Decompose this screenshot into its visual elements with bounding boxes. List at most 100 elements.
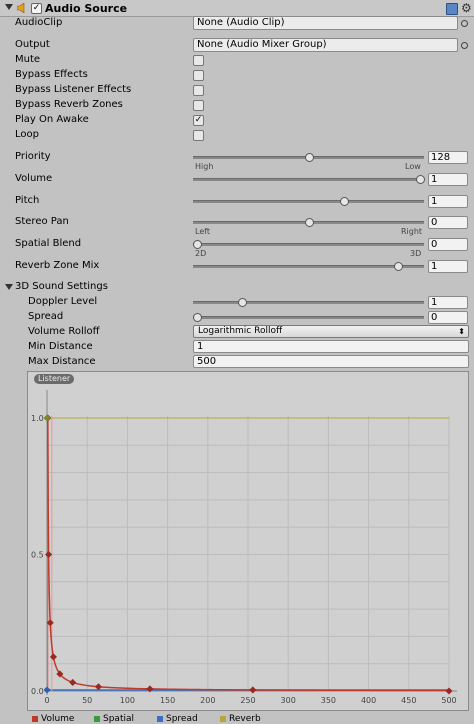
- reverb-legend-swatch[interactable]: [220, 716, 226, 722]
- volume-curve-key: [45, 550, 53, 559]
- 3d-sound-settings-header[interactable]: 3D Sound Settings: [15, 281, 108, 292]
- volume-legend-swatch[interactable]: [32, 716, 38, 722]
- pitch-slider-track[interactable]: [193, 200, 424, 203]
- listener-tag: Listener: [34, 374, 75, 384]
- volume-rolloff-label: Volume Rolloff: [28, 326, 100, 337]
- stereo-pan-label: Stereo Pan: [15, 216, 69, 227]
- speaker-icon: [17, 3, 25, 13]
- x-tick-label: 50: [82, 696, 92, 705]
- spatial-blend-2d-hint: 2D: [195, 249, 207, 258]
- stereo-pan-left-hint: Left: [195, 227, 211, 236]
- mute-label: Mute: [15, 54, 41, 65]
- volume-curve-key: [445, 687, 453, 695]
- priority-low-hint: Low: [405, 162, 421, 171]
- stereo-pan-value-field[interactable]: 0: [428, 216, 468, 229]
- component-title: Audio Source: [45, 2, 128, 15]
- min-distance-field[interactable]: 1: [193, 340, 469, 353]
- max-distance-label: Max Distance: [28, 356, 96, 367]
- spread-slider-thumb[interactable]: [193, 313, 202, 322]
- x-tick-label: 450: [401, 696, 416, 705]
- spatial-blend-slider-track[interactable]: [193, 243, 424, 246]
- reverb-zone-mix-slider-track[interactable]: [193, 265, 424, 268]
- bypass-effects-label: Bypass Effects: [15, 69, 88, 80]
- spread-legend-label[interactable]: Spread: [166, 714, 198, 724]
- bypass-listener-effects-label: Bypass Listener Effects: [15, 84, 132, 95]
- bypass-reverb-zones-checkbox[interactable]: [193, 100, 204, 111]
- volume-slider-thumb[interactable]: [416, 175, 425, 184]
- bypass-effects-checkbox[interactable]: [193, 70, 204, 81]
- reverb-zone-mix-slider-thumb[interactable]: [393, 262, 403, 271]
- output-label: Output: [15, 39, 50, 50]
- x-tick-label: 500: [441, 696, 456, 705]
- stereo-pan-slider-thumb[interactable]: [304, 218, 314, 227]
- spatial-blend-3d-hint: 3D: [410, 249, 422, 258]
- x-tick-label: 250: [240, 696, 255, 705]
- gear-icon[interactable]: ⚙: [461, 1, 472, 15]
- min-distance-label: Min Distance: [28, 341, 93, 352]
- 3d-settings-foldout-icon[interactable]: [5, 284, 13, 290]
- audio-clip-field[interactable]: None (Audio Clip): [193, 16, 458, 30]
- reverb-curve-key: [43, 414, 51, 422]
- curve-canvas[interactable]: 1.0 0.5 0.00 50 100 150 200 250 300 350 400 450 500: [28, 372, 468, 710]
- bypass-reverb-zones-label: Bypass Reverb Zones: [15, 99, 123, 110]
- volume-curve-key: [49, 653, 57, 661]
- volume-value-field[interactable]: 1: [428, 173, 468, 186]
- spatial-blend-value-field[interactable]: 0: [428, 238, 468, 251]
- x-tick-label: 0: [44, 696, 49, 705]
- y-tick-label: 0.5: [31, 551, 44, 560]
- x-tick-label: 300: [281, 696, 296, 705]
- object-picker-icon[interactable]: [461, 20, 468, 27]
- dropdown-arrow-icon: ⬍: [458, 327, 465, 336]
- mute-checkbox[interactable]: [193, 55, 204, 66]
- spatial-blend-label: Spatial Blend: [15, 238, 82, 249]
- loop-label: Loop: [15, 129, 39, 140]
- volume-slider-track[interactable]: [193, 178, 424, 181]
- volume-legend-label[interactable]: Volume: [41, 714, 74, 724]
- doppler-level-label: Doppler Level: [28, 296, 98, 307]
- pitch-value-field[interactable]: 1: [428, 195, 468, 208]
- object-picker-icon[interactable]: [461, 42, 468, 49]
- priority-slider-thumb[interactable]: [304, 153, 314, 162]
- reverb-zone-mix-value-field[interactable]: 1: [428, 260, 468, 273]
- loop-checkbox[interactable]: [193, 130, 204, 141]
- priority-high-hint: High: [195, 162, 214, 171]
- y-tick-label: 1.0: [31, 414, 44, 423]
- doppler-slider-thumb[interactable]: [237, 298, 247, 307]
- enabled-checkbox[interactable]: ✓: [31, 3, 42, 14]
- x-tick-label: 350: [321, 696, 336, 705]
- spatial-legend-label[interactable]: Spatial: [103, 714, 134, 724]
- output-field[interactable]: None (Audio Mixer Group): [193, 38, 458, 52]
- spread-label: Spread: [28, 311, 64, 322]
- play-on-awake-label: Play On Awake: [15, 114, 89, 125]
- foldout-arrow-icon[interactable]: [5, 4, 13, 10]
- spread-legend-swatch[interactable]: [157, 716, 163, 722]
- volume-curve-key: [249, 686, 257, 694]
- rolloff-curve-graph[interactable]: 1.0 0.5 0.0 0 50 100 150 200 250 300 350 400 450 500: [27, 371, 469, 711]
- spatial-legend-swatch[interactable]: [94, 716, 100, 722]
- doppler-value-field[interactable]: 1: [428, 296, 468, 309]
- x-tick-label: 400: [361, 696, 376, 705]
- audio-clip-label: AudioClip: [15, 17, 63, 28]
- y-tick-label: 0.0: [31, 687, 44, 696]
- x-tick-label: 200: [200, 696, 215, 705]
- x-tick-label: 150: [160, 696, 175, 705]
- play-on-awake-checkbox[interactable]: ✓: [193, 115, 204, 126]
- help-book-icon[interactable]: [446, 3, 458, 15]
- volume-curve-key: [94, 683, 102, 691]
- volume-rolloff-value: Logarithmic Rolloff: [198, 326, 283, 336]
- pitch-label: Pitch: [15, 195, 40, 206]
- volume-rolloff-dropdown[interactable]: Logarithmic Rolloff ⬍: [193, 325, 469, 338]
- bypass-listener-effects-checkbox[interactable]: [193, 85, 204, 96]
- volume-label: Volume: [15, 173, 53, 184]
- spread-curve-key: [43, 686, 51, 694]
- spatial-blend-slider-thumb[interactable]: [193, 240, 202, 249]
- priority-label: Priority: [15, 151, 51, 162]
- reverb-legend-label[interactable]: Reverb: [229, 714, 261, 724]
- spread-value-field[interactable]: 0: [428, 311, 468, 324]
- priority-value-field[interactable]: 128: [428, 151, 468, 164]
- doppler-slider-track[interactable]: [193, 301, 424, 304]
- max-distance-field[interactable]: 500: [193, 355, 469, 368]
- component-header: ✓ Audio Source ⚙: [0, 0, 474, 17]
- pitch-slider-thumb[interactable]: [340, 197, 350, 206]
- spread-slider-track[interactable]: [193, 316, 424, 319]
